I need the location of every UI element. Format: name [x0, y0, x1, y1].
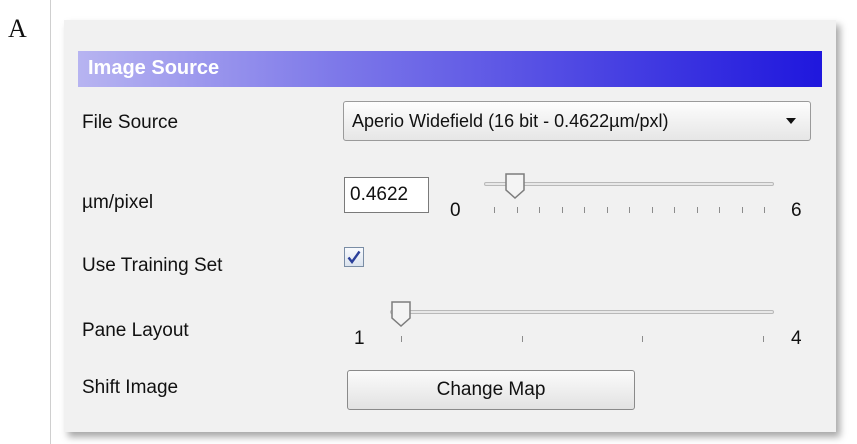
slider-tick: [401, 336, 402, 342]
pane-layout-label: Pane Layout: [82, 320, 189, 341]
slider-tick: [539, 207, 540, 213]
figure-divider: [50, 0, 51, 444]
slider-tick: [642, 336, 644, 342]
file-source-label: File Source: [82, 112, 179, 133]
slider-tick: [741, 207, 743, 213]
slider-tick: [629, 207, 630, 213]
chevron-down-icon: [786, 118, 796, 124]
pane-slider-track[interactable]: [390, 310, 774, 314]
slider-tick: [764, 207, 765, 213]
use-training-set-label: Use Training Set: [82, 255, 223, 276]
um-slider-min-label: 0: [450, 200, 461, 221]
um-slider-ticks: [494, 207, 765, 214]
slider-tick: [696, 207, 698, 213]
pane-slider-thumb[interactable]: [390, 300, 412, 328]
pane-slider-max-label: 4: [791, 328, 802, 349]
slider-tick: [763, 336, 764, 342]
um-slider-max-label: 6: [791, 200, 802, 221]
um-per-pixel-input[interactable]: [344, 177, 429, 213]
panel-title-bar: Image Source: [78, 51, 822, 87]
slider-tick: [521, 336, 523, 342]
slider-tick: [719, 207, 720, 213]
pane-slider-ticks: [401, 336, 764, 343]
panel-title: Image Source: [88, 57, 220, 79]
image-source-panel: Image Source File Source Aperio Widefiel…: [64, 20, 836, 432]
slider-tick: [516, 207, 518, 213]
um-slider-track[interactable]: [484, 182, 774, 186]
change-map-button[interactable]: Change Map: [347, 370, 635, 410]
file-source-selected-value: Aperio Widefield (16 bit - 0.4622µm/pxl): [352, 111, 669, 131]
slider-tick: [561, 207, 563, 213]
slider-tick: [606, 207, 608, 213]
file-source-dropdown[interactable]: Aperio Widefield (16 bit - 0.4622µm/pxl): [343, 101, 811, 141]
um-slider-thumb[interactable]: [504, 172, 526, 200]
slider-tick: [651, 207, 653, 213]
pane-slider-min-label: 1: [354, 328, 365, 349]
slider-tick: [494, 207, 495, 213]
um-per-pixel-label: µm/pixel: [82, 192, 154, 213]
checkmark-icon: [347, 250, 361, 265]
use-training-set-checkbox[interactable]: [344, 247, 364, 267]
slider-tick: [584, 207, 585, 213]
shift-image-label: Shift Image: [82, 377, 179, 398]
figure-label: A: [8, 14, 27, 43]
slider-tick: [674, 207, 675, 213]
